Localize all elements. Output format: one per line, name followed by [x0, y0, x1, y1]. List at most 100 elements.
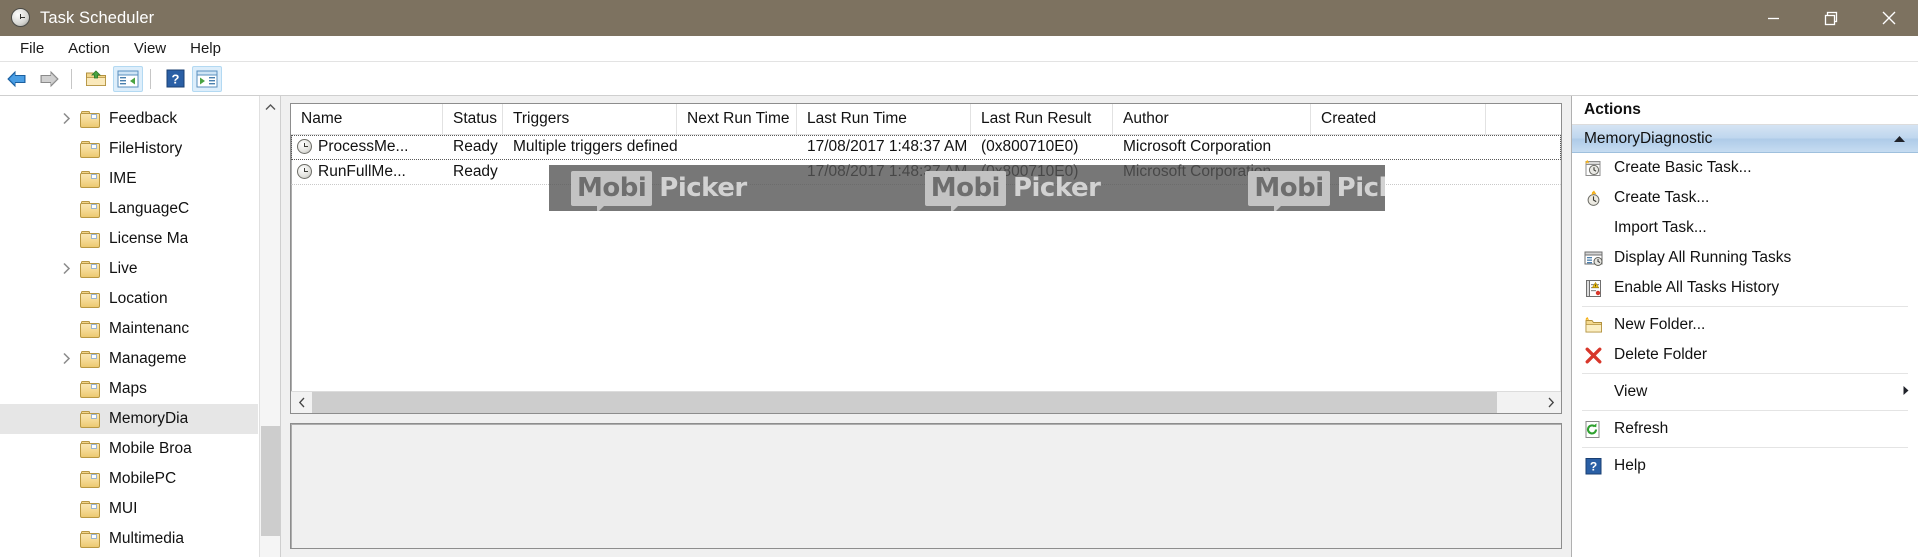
action-item-new-folder[interactable]: New Folder...: [1572, 310, 1918, 340]
action-item-delete-folder[interactable]: Delete Folder: [1572, 340, 1918, 370]
column-header-triggers[interactable]: Triggers: [503, 104, 677, 134]
column-header-created[interactable]: Created: [1311, 104, 1486, 134]
tree-item-languagec[interactable]: LanguageC: [0, 194, 258, 224]
hscroll-track[interactable]: [312, 392, 1540, 413]
hscroll-right-button[interactable]: [1540, 392, 1561, 413]
cell-text: 17/08/2017 1:48:37 AM: [807, 163, 968, 180]
chevron-right-icon[interactable]: [1902, 383, 1910, 401]
chevron-right-icon[interactable]: [62, 352, 76, 366]
hscroll-left-button[interactable]: [291, 392, 312, 413]
action-item-enable-all-tasks-history[interactable]: Enable All Tasks History: [1572, 273, 1918, 303]
menu-action[interactable]: Action: [57, 38, 121, 59]
folder-icon: [80, 140, 100, 158]
tree-item-maps[interactable]: Maps: [0, 374, 258, 404]
forward-button[interactable]: [34, 66, 64, 92]
tree-item-live[interactable]: Live: [0, 254, 258, 284]
folder-icon: [80, 170, 100, 188]
column-header-name[interactable]: Name: [291, 104, 443, 134]
title-bar: Task Scheduler: [0, 0, 1918, 36]
column-header-label: Name: [301, 110, 343, 127]
cell-text: ProcessMe...: [318, 138, 409, 155]
show-hide-console-tree-button[interactable]: [113, 65, 143, 92]
task-list[interactable]: Name Status Triggers Next Run Time Last Run …: [290, 103, 1562, 414]
folder-icon: [80, 470, 100, 488]
tree-item-mui[interactable]: MUI: [0, 494, 258, 524]
action-item-import-task[interactable]: Import Task...: [1572, 213, 1918, 243]
task-scheduler-window: Task Scheduler File Action View Help ? F…: [0, 0, 1918, 557]
menu-help[interactable]: Help: [179, 38, 232, 59]
hscroll-thumb[interactable]: [312, 392, 1497, 413]
console-tree-scroll-thumb[interactable]: [261, 426, 280, 536]
tree-item-label: MobilePC: [109, 470, 177, 487]
tree-item-memorydia[interactable]: MemoryDia: [0, 404, 258, 434]
actions-group-header[interactable]: MemoryDiagnostic: [1572, 125, 1918, 153]
folder-icon: [80, 290, 100, 308]
column-header-label: Last Run Time: [807, 110, 907, 127]
tree-item-license-ma[interactable]: License Ma: [0, 224, 258, 254]
folder-icon: [80, 440, 100, 458]
chevron-up-icon[interactable]: [1893, 130, 1906, 148]
tree-item-location[interactable]: Location: [0, 284, 258, 314]
action-item-help[interactable]: ? Help: [1572, 451, 1918, 481]
folder-icon: [80, 260, 100, 278]
clock-icon: [11, 8, 31, 28]
folder-icon: [80, 500, 100, 518]
action-item-view[interactable]: View: [1572, 377, 1918, 407]
folder-icon: [80, 410, 100, 428]
task-list-header[interactable]: Name Status Triggers Next Run Time Last Run …: [291, 104, 1561, 135]
chevron-right-icon[interactable]: [62, 112, 76, 126]
tree-item-label: License Ma: [109, 230, 189, 247]
show-hide-action-pane-button[interactable]: [192, 65, 222, 92]
cell-triggers: Multiple triggers defined: [503, 138, 677, 156]
minimize-button[interactable]: [1744, 0, 1802, 36]
task-list-row[interactable]: RunFullMe... Ready 17/08/2017 1:48:37 AM (0…: [291, 160, 1561, 185]
column-header-label: Triggers: [513, 110, 570, 127]
task-list-hscrollbar[interactable]: [291, 391, 1561, 413]
close-button[interactable]: [1860, 0, 1918, 36]
menu-file[interactable]: File: [9, 38, 55, 59]
menu-view[interactable]: View: [123, 38, 177, 59]
tree-item-filehistory[interactable]: FileHistory: [0, 134, 258, 164]
help-button[interactable]: ?: [160, 66, 190, 92]
column-header-last-run-time[interactable]: Last Run Time: [797, 104, 971, 134]
column-header-status[interactable]: Status: [443, 104, 503, 134]
tree-item-maintenanc[interactable]: Maintenanc: [0, 314, 258, 344]
console-tree-items: Feedback FileHistory IME LanguageC License M…: [0, 104, 258, 557]
console-tree-scrollbar[interactable]: [259, 96, 280, 557]
cell-text: Multiple triggers defined: [513, 138, 677, 155]
tree-item-manageme[interactable]: Manageme: [0, 344, 258, 374]
maximize-restore-button[interactable]: [1802, 0, 1860, 36]
action-item-create-task[interactable]: Create Task...: [1572, 183, 1918, 213]
column-header-last-run-result[interactable]: Last Run Result: [971, 104, 1113, 134]
column-header-next-run-time[interactable]: Next Run Time: [677, 104, 797, 134]
tree-item-ime[interactable]: IME: [0, 164, 258, 194]
display-running-tasks-icon: [1584, 249, 1603, 268]
task-list-body[interactable]: ProcessMe... Ready Multiple triggers defin…: [291, 135, 1561, 185]
action-separator: [1582, 373, 1908, 374]
chevron-right-icon[interactable]: [62, 262, 76, 276]
svg-text:?: ?: [1590, 459, 1597, 473]
tree-item-feedback[interactable]: Feedback: [0, 104, 258, 134]
tree-item-mobile-broa[interactable]: Mobile Broa: [0, 434, 258, 464]
console-tree[interactable]: Feedback FileHistory IME LanguageC License M…: [0, 96, 281, 557]
tree-item-multimedia[interactable]: Multimedia: [0, 524, 258, 554]
up-folder-button[interactable]: [81, 66, 111, 92]
folder-icon: [80, 350, 100, 368]
action-item-label: View: [1614, 383, 1648, 400]
action-item-display-all-running-tasks[interactable]: Display All Running Tasks: [1572, 243, 1918, 273]
tree-item-mobilepc[interactable]: MobilePC: [0, 464, 258, 494]
action-item-refresh[interactable]: Refresh: [1572, 414, 1918, 444]
task-clock-icon: [297, 139, 313, 155]
action-item-create-basic-task[interactable]: Create Basic Task...: [1572, 153, 1918, 183]
column-header-label: Next Run Time: [687, 110, 790, 127]
folder-icon: [80, 320, 100, 338]
task-list-row[interactable]: ProcessMe... Ready Multiple triggers defin…: [291, 135, 1561, 160]
scroll-up-button[interactable]: [260, 96, 280, 118]
tree-item-label: Feedback: [109, 110, 178, 127]
column-header-author[interactable]: Author: [1113, 104, 1311, 134]
actions-pane: Actions MemoryDiagnostic Create Basic Ta…: [1571, 96, 1918, 557]
cell-last-run-result: (0x800710E0): [971, 138, 1113, 156]
refresh-icon: [1584, 420, 1603, 439]
back-button[interactable]: [2, 66, 32, 92]
column-header-label: Author: [1123, 110, 1169, 127]
